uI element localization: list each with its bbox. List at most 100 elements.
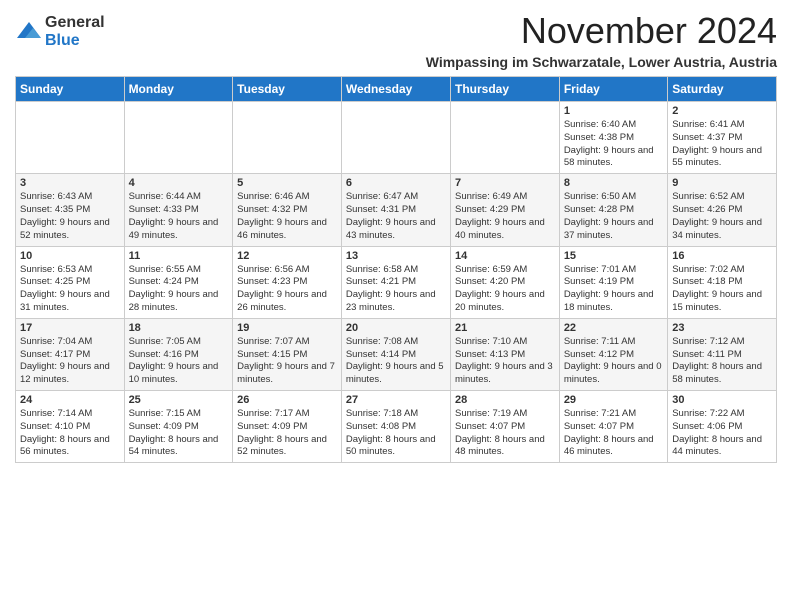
day-info: Sunrise: 6:55 AM Sunset: 4:24 PM Dayligh…: [129, 264, 229, 315]
day-number: 8: [564, 177, 663, 189]
day-info: Sunrise: 7:22 AM Sunset: 4:06 PM Dayligh…: [672, 408, 772, 459]
calendar-cell: 10 Sunrise: 6:53 AM Sunset: 4:25 PM Dayli…: [16, 246, 125, 318]
day-number: 28: [455, 394, 555, 406]
calendar-cell: 7 Sunrise: 6:49 AM Sunset: 4:29 PM Daylig…: [450, 174, 559, 246]
day-number: 27: [346, 394, 446, 406]
calendar-cell: 30 Sunrise: 7:22 AM Sunset: 4:06 PM Dayli…: [668, 391, 777, 463]
calendar-cell: 4 Sunrise: 6:44 AM Sunset: 4:33 PM Daylig…: [124, 174, 233, 246]
calendar-week-row: 24 Sunrise: 7:14 AM Sunset: 4:10 PM Dayli…: [16, 391, 777, 463]
day-info: Sunrise: 7:07 AM Sunset: 4:15 PM Dayligh…: [237, 336, 337, 387]
calendar-cell: [124, 102, 233, 174]
calendar-cell: 28 Sunrise: 7:19 AM Sunset: 4:07 PM Dayli…: [450, 391, 559, 463]
day-info: Sunrise: 7:14 AM Sunset: 4:10 PM Dayligh…: [20, 408, 120, 459]
day-number: 12: [237, 250, 337, 262]
day-info: Sunrise: 7:19 AM Sunset: 4:07 PM Dayligh…: [455, 408, 555, 459]
calendar-cell: 11 Sunrise: 6:55 AM Sunset: 4:24 PM Dayli…: [124, 246, 233, 318]
calendar-cell: 19 Sunrise: 7:07 AM Sunset: 4:15 PM Dayli…: [233, 318, 342, 390]
day-of-week-header: Monday: [124, 77, 233, 102]
day-number: 14: [455, 250, 555, 262]
calendar-cell: 27 Sunrise: 7:18 AM Sunset: 4:08 PM Dayli…: [341, 391, 450, 463]
day-number: 7: [455, 177, 555, 189]
day-info: Sunrise: 6:40 AM Sunset: 4:38 PM Dayligh…: [564, 119, 663, 170]
calendar-cell: [341, 102, 450, 174]
day-number: 10: [20, 250, 120, 262]
day-of-week-header: Wednesday: [341, 77, 450, 102]
calendar-cell: 8 Sunrise: 6:50 AM Sunset: 4:28 PM Daylig…: [559, 174, 667, 246]
day-info: Sunrise: 6:44 AM Sunset: 4:33 PM Dayligh…: [129, 191, 229, 242]
calendar-cell: 15 Sunrise: 7:01 AM Sunset: 4:19 PM Dayli…: [559, 246, 667, 318]
day-of-week-header: Sunday: [16, 77, 125, 102]
day-number: 22: [564, 322, 663, 334]
calendar-cell: 12 Sunrise: 6:56 AM Sunset: 4:23 PM Dayli…: [233, 246, 342, 318]
day-number: 30: [672, 394, 772, 406]
title-section: November 2024 Wimpassing im Schwarzatale…: [426, 10, 777, 70]
calendar-cell: [233, 102, 342, 174]
calendar-cell: 20 Sunrise: 7:08 AM Sunset: 4:14 PM Dayli…: [341, 318, 450, 390]
day-info: Sunrise: 7:08 AM Sunset: 4:14 PM Dayligh…: [346, 336, 446, 387]
day-number: 1: [564, 105, 663, 117]
page-header: General Blue November 2024 Wimpassing im…: [15, 10, 777, 70]
day-info: Sunrise: 6:50 AM Sunset: 4:28 PM Dayligh…: [564, 191, 663, 242]
day-info: Sunrise: 7:02 AM Sunset: 4:18 PM Dayligh…: [672, 264, 772, 315]
calendar-cell: 17Sunrise: 7:04 AM Sunset: 4:17 PM Dayli…: [16, 318, 125, 390]
day-number: 2: [672, 105, 772, 117]
calendar-cell: 25Sunrise: 7:15 AM Sunset: 4:09 PM Dayli…: [124, 391, 233, 463]
day-number: 4: [129, 177, 229, 189]
day-number: 11: [129, 250, 229, 262]
day-info: Sunrise: 6:56 AM Sunset: 4:23 PM Dayligh…: [237, 264, 337, 315]
day-number: 19: [237, 322, 337, 334]
calendar-cell: 26 Sunrise: 7:17 AM Sunset: 4:09 PM Dayli…: [233, 391, 342, 463]
calendar-cell: 9Sunrise: 6:52 AM Sunset: 4:26 PM Daylig…: [668, 174, 777, 246]
day-info: Sunrise: 7:21 AM Sunset: 4:07 PM Dayligh…: [564, 408, 663, 459]
month-title: November 2024: [426, 10, 777, 52]
day-info: Sunrise: 6:59 AM Sunset: 4:20 PM Dayligh…: [455, 264, 555, 315]
calendar-week-row: 17Sunrise: 7:04 AM Sunset: 4:17 PM Dayli…: [16, 318, 777, 390]
calendar-cell: 5Sunrise: 6:46 AM Sunset: 4:32 PM Daylig…: [233, 174, 342, 246]
calendar-cell: 3Sunrise: 6:43 AM Sunset: 4:35 PM Daylig…: [16, 174, 125, 246]
calendar-cell: 21Sunrise: 7:10 AM Sunset: 4:13 PM Dayli…: [450, 318, 559, 390]
calendar-cell: [450, 102, 559, 174]
day-number: 3: [20, 177, 120, 189]
calendar-cell: 23Sunrise: 7:12 AM Sunset: 4:11 PM Dayli…: [668, 318, 777, 390]
logo-general-text: General: [45, 14, 105, 32]
day-info: Sunrise: 7:11 AM Sunset: 4:12 PM Dayligh…: [564, 336, 663, 387]
day-number: 17: [20, 322, 120, 334]
day-of-week-header: Tuesday: [233, 77, 342, 102]
calendar-cell: 29 Sunrise: 7:21 AM Sunset: 4:07 PM Dayli…: [559, 391, 667, 463]
calendar-cell: 2 Sunrise: 6:41 AM Sunset: 4:37 PM Daylig…: [668, 102, 777, 174]
day-of-week-header: Thursday: [450, 77, 559, 102]
day-number: 26: [237, 394, 337, 406]
day-info: Sunrise: 7:12 AM Sunset: 4:11 PM Dayligh…: [672, 336, 772, 387]
day-info: Sunrise: 6:58 AM Sunset: 4:21 PM Dayligh…: [346, 264, 446, 315]
day-info: Sunrise: 7:05 AM Sunset: 4:16 PM Dayligh…: [129, 336, 229, 387]
day-info: Sunrise: 6:41 AM Sunset: 4:37 PM Dayligh…: [672, 119, 772, 170]
day-number: 18: [129, 322, 229, 334]
calendar-cell: 14 Sunrise: 6:59 AM Sunset: 4:20 PM Dayli…: [450, 246, 559, 318]
calendar-week-row: 10 Sunrise: 6:53 AM Sunset: 4:25 PM Dayli…: [16, 246, 777, 318]
calendar-week-row: 1 Sunrise: 6:40 AM Sunset: 4:38 PM Daylig…: [16, 102, 777, 174]
calendar-week-row: 3Sunrise: 6:43 AM Sunset: 4:35 PM Daylig…: [16, 174, 777, 246]
logo-icon: [15, 18, 43, 46]
calendar-cell: 16 Sunrise: 7:02 AM Sunset: 4:18 PM Dayli…: [668, 246, 777, 318]
calendar-cell: 22 Sunrise: 7:11 AM Sunset: 4:12 PM Dayli…: [559, 318, 667, 390]
calendar-cell: 18 Sunrise: 7:05 AM Sunset: 4:16 PM Dayli…: [124, 318, 233, 390]
day-number: 15: [564, 250, 663, 262]
day-number: 21: [455, 322, 555, 334]
day-info: Sunrise: 7:17 AM Sunset: 4:09 PM Dayligh…: [237, 408, 337, 459]
day-info: Sunrise: 6:46 AM Sunset: 4:32 PM Dayligh…: [237, 191, 337, 242]
day-number: 24: [20, 394, 120, 406]
day-number: 20: [346, 322, 446, 334]
day-info: Sunrise: 7:18 AM Sunset: 4:08 PM Dayligh…: [346, 408, 446, 459]
day-info: Sunrise: 6:49 AM Sunset: 4:29 PM Dayligh…: [455, 191, 555, 242]
day-info: Sunrise: 6:53 AM Sunset: 4:25 PM Dayligh…: [20, 264, 120, 315]
calendar-cell: [16, 102, 125, 174]
day-number: 29: [564, 394, 663, 406]
day-info: Sunrise: 7:01 AM Sunset: 4:19 PM Dayligh…: [564, 264, 663, 315]
calendar-table: SundayMondayTuesdayWednesdayThursdayFrid…: [15, 76, 777, 463]
calendar-cell: 24 Sunrise: 7:14 AM Sunset: 4:10 PM Dayli…: [16, 391, 125, 463]
day-number: 9: [672, 177, 772, 189]
calendar-cell: 1 Sunrise: 6:40 AM Sunset: 4:38 PM Daylig…: [559, 102, 667, 174]
calendar-header-row: SundayMondayTuesdayWednesdayThursdayFrid…: [16, 77, 777, 102]
day-number: 16: [672, 250, 772, 262]
day-info: Sunrise: 6:47 AM Sunset: 4:31 PM Dayligh…: [346, 191, 446, 242]
